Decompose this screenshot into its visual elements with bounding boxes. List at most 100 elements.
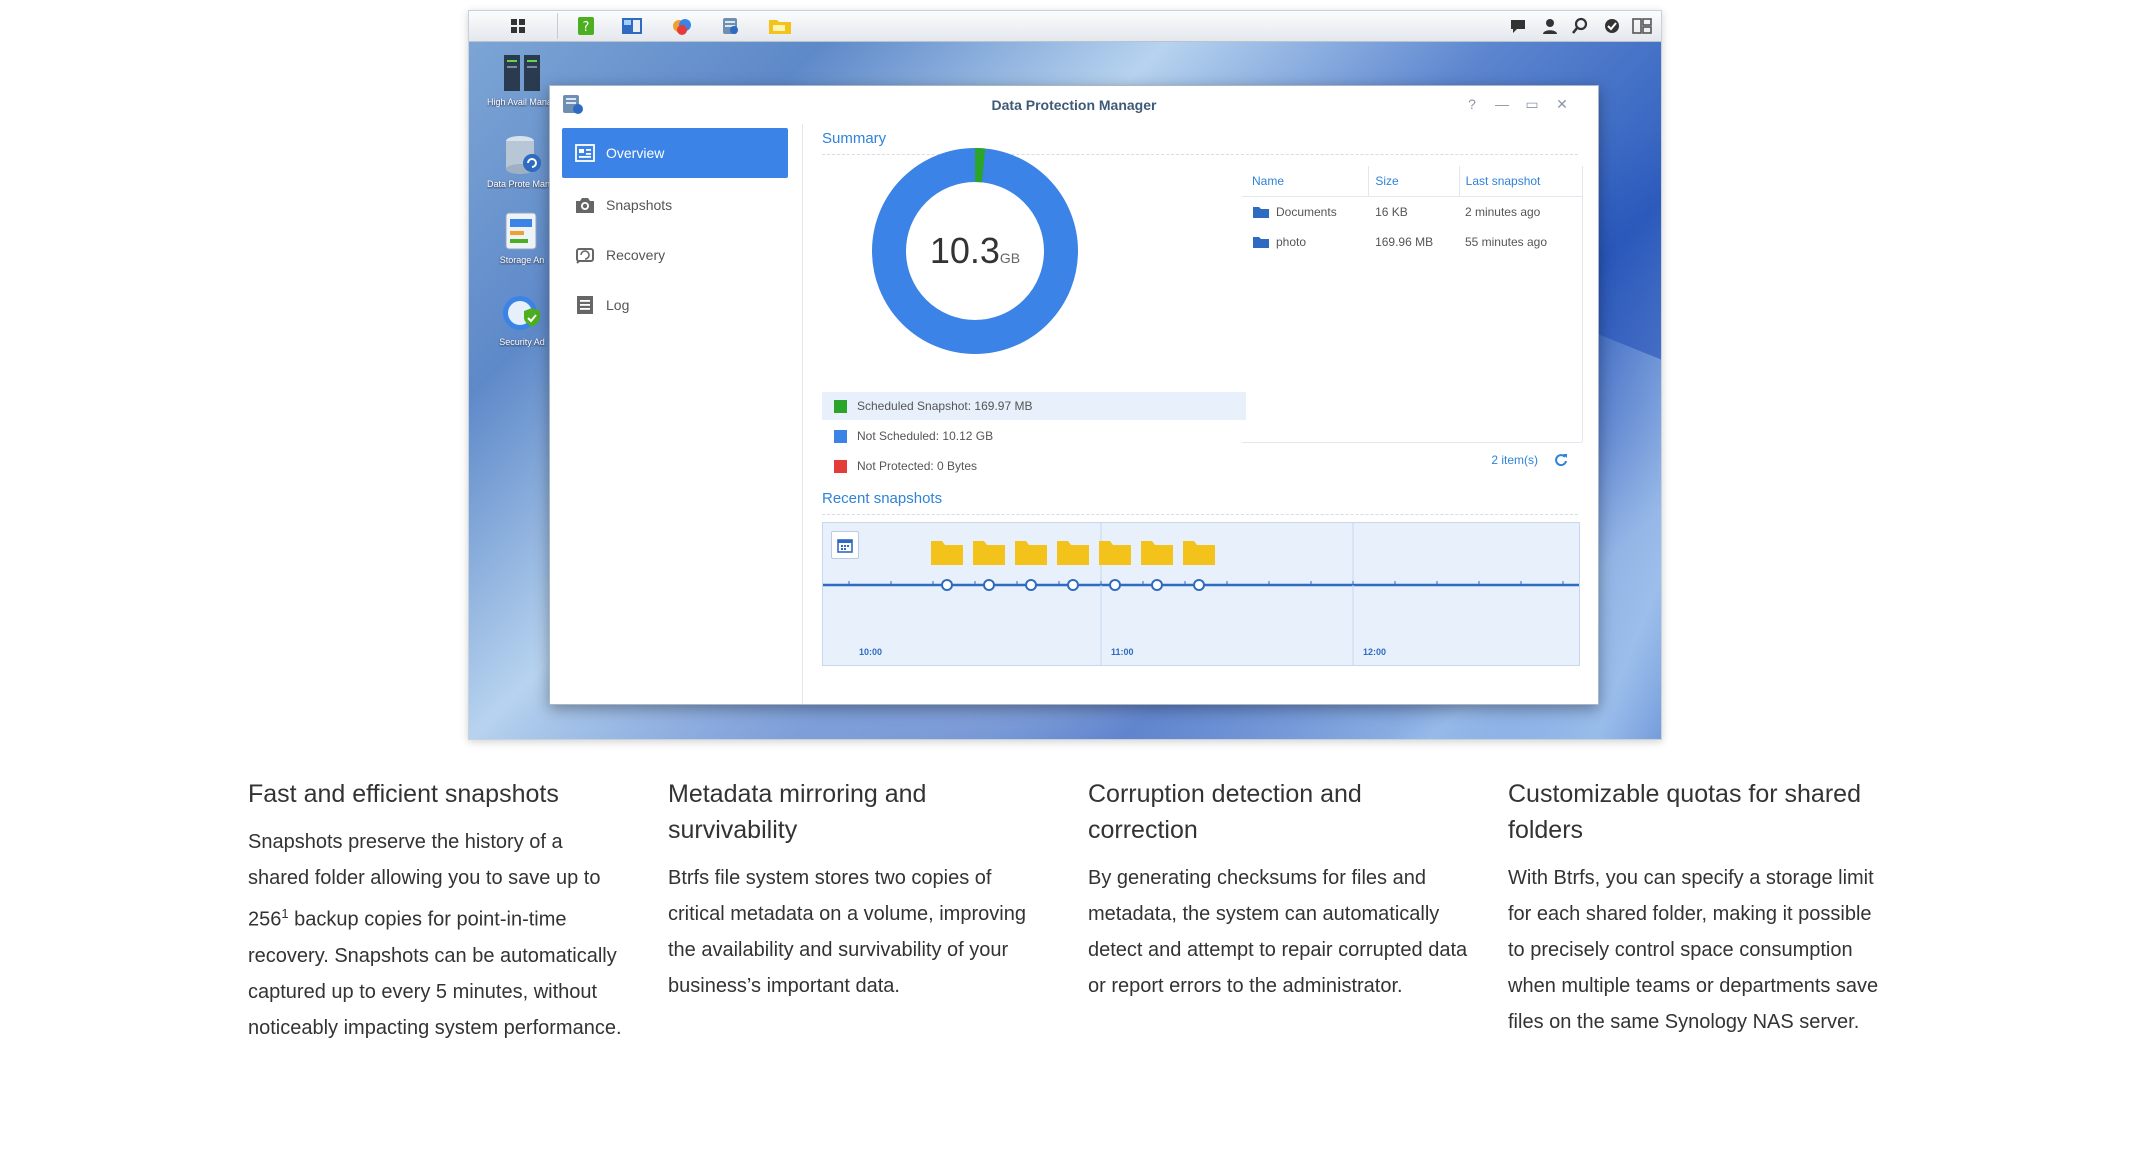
item-count: 2 item(s) [1491, 453, 1538, 467]
time-label: 10:00 [859, 647, 883, 657]
dsm-desktop: ? High Avail Manag Data Prote Manag Stor… [468, 10, 1662, 740]
shared-folder-table: Name Size Last snapshot Documents 16 KB … [1242, 166, 1582, 257]
feature-title: Metadata mirroring and survivability [668, 780, 927, 844]
feature-snapshots: Fast and efficient snapshots Snapshots p… [248, 776, 628, 1046]
overview-icon [574, 143, 596, 163]
snapshot-folder-icon[interactable] [1099, 541, 1131, 565]
window-title: Data Protection Manager [991, 97, 1157, 113]
user-icon[interactable] [1537, 15, 1563, 37]
desktop-icon-label: High Avail Manag [487, 97, 557, 107]
desktop-icon-storage-analyzer[interactable]: Storage An [487, 209, 557, 265]
feature-body: Snapshots preserve the history of a shar… [248, 831, 622, 1039]
time-label: 12:00 [1363, 647, 1387, 657]
server-icon [500, 51, 544, 95]
database-icon [500, 133, 544, 177]
table-row[interactable]: Documents 16 KB 2 minutes ago [1242, 197, 1582, 227]
column-header-size[interactable]: Size [1368, 166, 1458, 196]
window-titlebar[interactable]: Data Protection Manager ? — ▭ ✕ [550, 86, 1598, 124]
snapshot-folder-icon[interactable] [1183, 541, 1215, 565]
sidebar-item-label: Recovery [606, 247, 666, 263]
main-menu-icon[interactable] [505, 15, 531, 37]
total-unit: GB [999, 250, 1021, 266]
feature-quotas: Customizable quotas for shared folders W… [1508, 776, 1888, 1040]
help-app-icon[interactable]: ? [573, 15, 599, 37]
recovery-icon [574, 245, 596, 265]
legend-swatch-scheduled [834, 399, 847, 413]
notification-icon[interactable] [1599, 15, 1625, 37]
table-header: Name Size Last snapshot [1242, 166, 1582, 197]
feature-body: With Btrfs, you can specify a storage li… [1508, 867, 1879, 1033]
sidebar-item-log[interactable]: Log [562, 280, 788, 330]
legend-label: Not Protected: 0 Bytes [857, 459, 978, 473]
snapshot-marker[interactable] [1193, 579, 1205, 591]
column-header-name[interactable]: Name [1242, 174, 1368, 188]
legend-not-protected[interactable]: Not Protected: 0 Bytes [822, 452, 1246, 480]
desktop-icon-high-availability[interactable]: High Avail Manag [487, 51, 557, 107]
desktop-icon-label: Storage An [499, 255, 545, 265]
column-header-last-snapshot[interactable]: Last snapshot [1458, 166, 1582, 196]
folder-name: photo [1276, 235, 1307, 249]
snapshot-folder-icon[interactable] [1015, 541, 1047, 565]
table-border [1582, 166, 1583, 442]
folder-size: 169.96 MB [1375, 235, 1434, 249]
table-row[interactable]: photo 169.96 MB 55 minutes ago [1242, 227, 1582, 257]
total-value: 10.3 [929, 230, 1000, 271]
snapshot-marker[interactable] [1151, 579, 1163, 591]
legend-not-scheduled[interactable]: Not Scheduled: 10.12 GB [822, 422, 1246, 450]
log-icon [574, 295, 596, 315]
summary-title: Summary [822, 130, 887, 147]
donut-center-label: 10.3GB [870, 230, 1080, 272]
folder-icon [1252, 235, 1270, 249]
security-advisor-icon [500, 291, 544, 335]
data-protection-taskbar-icon[interactable] [717, 15, 743, 37]
data-protection-manager-window: Data Protection Manager ? — ▭ ✕ Overview… [549, 85, 1599, 705]
legend-label: Not Scheduled: 10.12 GB [857, 429, 994, 443]
snapshot-folder-icon[interactable] [931, 541, 963, 565]
desktop-icon-security-advisor[interactable]: Security Ad [487, 291, 557, 347]
close-button[interactable]: ✕ [1552, 94, 1572, 114]
sidebar-item-label: Log [606, 297, 630, 313]
feature-body: Btrfs file system stores two copies of c… [668, 867, 1026, 997]
sidebar-item-snapshots[interactable]: Snapshots [562, 180, 788, 230]
camera-icon [574, 195, 596, 215]
legend-swatch-not-protected [834, 459, 847, 473]
time-label: 11:00 [1111, 647, 1134, 657]
divider [822, 514, 1578, 515]
legend-swatch-not-scheduled [834, 429, 847, 443]
sidebar-item-recovery[interactable]: Recovery [562, 230, 788, 280]
taskbar: ? [469, 11, 1661, 42]
snapshot-folder-icon[interactable] [1057, 541, 1089, 565]
snapshot-marker[interactable] [983, 579, 995, 591]
storage-analyzer-icon [500, 209, 544, 253]
feature-metadata-mirroring: Metadata mirroring and survivability Btr… [668, 776, 1048, 1004]
sidebar-item-label: Overview [606, 145, 665, 161]
file-station-icon[interactable] [767, 15, 793, 37]
help-button[interactable]: ? [1462, 94, 1482, 114]
feature-body: By generating checksums for files and me… [1088, 867, 1468, 997]
usage-donut-chart: 10.3GB [870, 146, 1080, 356]
legend-scheduled[interactable]: Scheduled Snapshot: 169.97 MB [822, 392, 1246, 420]
desktop-icon-data-protection[interactable]: Data Prote Manag [487, 133, 557, 189]
snapshot-folder-icon[interactable] [973, 541, 1005, 565]
minimize-button[interactable]: — [1492, 94, 1512, 114]
chat-icon[interactable] [1505, 15, 1531, 37]
feature-title: Customizable quotas for shared folders [1508, 780, 1861, 844]
sidebar-item-overview[interactable]: Overview [562, 128, 788, 178]
sidebar: Overview Snapshots Recovery Log [550, 124, 803, 704]
snapshot-folder-icon[interactable] [1141, 541, 1173, 565]
folder-size: 16 KB [1375, 205, 1408, 219]
refresh-icon[interactable] [1554, 453, 1568, 467]
control-panel-icon[interactable] [619, 15, 645, 37]
snapshot-marker[interactable] [1025, 579, 1037, 591]
desktop-icon-label: Security Ad [499, 337, 545, 347]
widgets-icon[interactable] [1629, 15, 1655, 37]
footnote-marker[interactable]: 1 [281, 906, 288, 921]
snapshot-marker[interactable] [941, 579, 953, 591]
snapshot-marker[interactable] [1109, 579, 1121, 591]
search-icon[interactable] [1567, 15, 1593, 37]
maximize-button[interactable]: ▭ [1522, 94, 1542, 114]
feature-title: Fast and efficient snapshots [248, 780, 559, 808]
package-center-icon[interactable] [669, 15, 695, 37]
legend-label: Scheduled Snapshot: 169.97 MB [857, 399, 1033, 413]
snapshot-marker[interactable] [1067, 579, 1079, 591]
